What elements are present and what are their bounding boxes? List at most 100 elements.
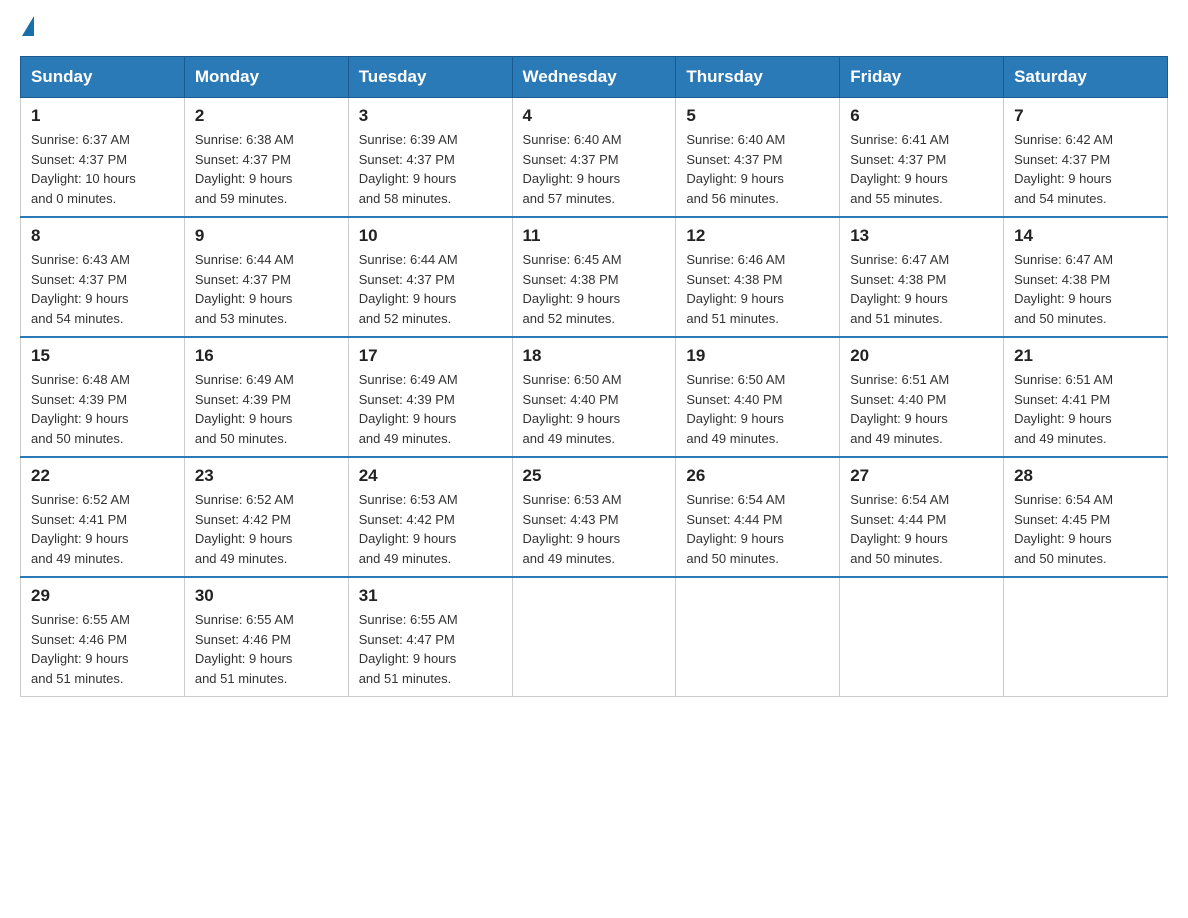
day-number: 19 (686, 346, 829, 366)
calendar-cell: 7 Sunrise: 6:42 AMSunset: 4:37 PMDaylight… (1004, 98, 1168, 218)
page-header (20, 20, 1168, 36)
calendar-week-3: 15Sunrise: 6:48 AMSunset: 4:39 PMDayligh… (21, 337, 1168, 457)
calendar-body: 1Sunrise: 6:37 AMSunset: 4:37 PMDaylight… (21, 98, 1168, 697)
calendar-cell: 26Sunrise: 6:54 AMSunset: 4:44 PMDayligh… (676, 457, 840, 577)
calendar-cell: 8 Sunrise: 6:43 AMSunset: 4:37 PMDaylight… (21, 217, 185, 337)
calendar-cell: 27 Sunrise: 6:54 AMSunset: 4:44 PMDayligh… (840, 457, 1004, 577)
day-info: Sunrise: 6:47 AMSunset: 4:38 PMDaylight:… (1014, 250, 1157, 328)
day-number: 23 (195, 466, 338, 486)
day-info: Sunrise: 6:48 AMSunset: 4:39 PMDaylight:… (31, 370, 174, 448)
calendar-cell: 13 Sunrise: 6:47 AMSunset: 4:38 PMDayligh… (840, 217, 1004, 337)
day-number: 28 (1014, 466, 1157, 486)
calendar-cell: 21 Sunrise: 6:51 AMSunset: 4:41 PMDayligh… (1004, 337, 1168, 457)
calendar-cell: 6 Sunrise: 6:41 AMSunset: 4:37 PMDaylight… (840, 98, 1004, 218)
calendar-table: SundayMondayTuesdayWednesdayThursdayFrid… (20, 56, 1168, 697)
day-header-sunday: Sunday (21, 57, 185, 98)
day-number: 9 (195, 226, 338, 246)
day-info: Sunrise: 6:54 AMSunset: 4:44 PMDaylight:… (686, 490, 829, 568)
calendar-cell: 24 Sunrise: 6:53 AMSunset: 4:42 PMDayligh… (348, 457, 512, 577)
day-info: Sunrise: 6:41 AMSunset: 4:37 PMDaylight:… (850, 130, 993, 208)
logo-arrow-icon (22, 16, 34, 36)
calendar-cell: 9 Sunrise: 6:44 AMSunset: 4:37 PMDaylight… (184, 217, 348, 337)
day-number: 7 (1014, 106, 1157, 126)
day-info: Sunrise: 6:50 AMSunset: 4:40 PMDaylight:… (523, 370, 666, 448)
day-info: Sunrise: 6:49 AMSunset: 4:39 PMDaylight:… (195, 370, 338, 448)
calendar-cell: 18 Sunrise: 6:50 AMSunset: 4:40 PMDayligh… (512, 337, 676, 457)
calendar-week-2: 8 Sunrise: 6:43 AMSunset: 4:37 PMDaylight… (21, 217, 1168, 337)
calendar-cell: 25 Sunrise: 6:53 AMSunset: 4:43 PMDayligh… (512, 457, 676, 577)
day-number: 27 (850, 466, 993, 486)
day-number: 1 (31, 106, 174, 126)
day-number: 31 (359, 586, 502, 606)
calendar-header: SundayMondayTuesdayWednesdayThursdayFrid… (21, 57, 1168, 98)
day-info: Sunrise: 6:51 AMSunset: 4:41 PMDaylight:… (1014, 370, 1157, 448)
calendar-cell: 30Sunrise: 6:55 AMSunset: 4:46 PMDayligh… (184, 577, 348, 697)
day-number: 17 (359, 346, 502, 366)
calendar-cell (676, 577, 840, 697)
calendar-cell: 12Sunrise: 6:46 AMSunset: 4:38 PMDayligh… (676, 217, 840, 337)
day-header-tuesday: Tuesday (348, 57, 512, 98)
calendar-cell: 2Sunrise: 6:38 AMSunset: 4:37 PMDaylight… (184, 98, 348, 218)
calendar-week-5: 29 Sunrise: 6:55 AMSunset: 4:46 PMDayligh… (21, 577, 1168, 697)
calendar-cell (840, 577, 1004, 697)
calendar-cell: 22 Sunrise: 6:52 AMSunset: 4:41 PMDayligh… (21, 457, 185, 577)
calendar-cell: 5 Sunrise: 6:40 AMSunset: 4:37 PMDaylight… (676, 98, 840, 218)
day-number: 22 (31, 466, 174, 486)
day-info: Sunrise: 6:51 AMSunset: 4:40 PMDaylight:… (850, 370, 993, 448)
calendar-cell: 3Sunrise: 6:39 AMSunset: 4:37 PMDaylight… (348, 98, 512, 218)
day-number: 29 (31, 586, 174, 606)
day-info: Sunrise: 6:50 AMSunset: 4:40 PMDaylight:… (686, 370, 829, 448)
calendar-week-1: 1Sunrise: 6:37 AMSunset: 4:37 PMDaylight… (21, 98, 1168, 218)
day-info: Sunrise: 6:55 AMSunset: 4:47 PMDaylight:… (359, 610, 502, 688)
day-number: 14 (1014, 226, 1157, 246)
calendar-cell: 10Sunrise: 6:44 AMSunset: 4:37 PMDayligh… (348, 217, 512, 337)
day-info: Sunrise: 6:52 AMSunset: 4:41 PMDaylight:… (31, 490, 174, 568)
day-info: Sunrise: 6:43 AMSunset: 4:37 PMDaylight:… (31, 250, 174, 328)
day-header-saturday: Saturday (1004, 57, 1168, 98)
calendar-cell: 14 Sunrise: 6:47 AMSunset: 4:38 PMDayligh… (1004, 217, 1168, 337)
day-info: Sunrise: 6:55 AMSunset: 4:46 PMDaylight:… (31, 610, 174, 688)
day-header-monday: Monday (184, 57, 348, 98)
day-number: 11 (523, 226, 666, 246)
day-number: 5 (686, 106, 829, 126)
day-info: Sunrise: 6:54 AMSunset: 4:45 PMDaylight:… (1014, 490, 1157, 568)
day-header-thursday: Thursday (676, 57, 840, 98)
day-number: 16 (195, 346, 338, 366)
day-info: Sunrise: 6:55 AMSunset: 4:46 PMDaylight:… (195, 610, 338, 688)
day-info: Sunrise: 6:40 AMSunset: 4:37 PMDaylight:… (686, 130, 829, 208)
day-info: Sunrise: 6:40 AMSunset: 4:37 PMDaylight:… (523, 130, 666, 208)
day-info: Sunrise: 6:45 AMSunset: 4:38 PMDaylight:… (523, 250, 666, 328)
day-header-friday: Friday (840, 57, 1004, 98)
day-info: Sunrise: 6:52 AMSunset: 4:42 PMDaylight:… (195, 490, 338, 568)
calendar-cell: 17 Sunrise: 6:49 AMSunset: 4:39 PMDayligh… (348, 337, 512, 457)
day-number: 24 (359, 466, 502, 486)
day-number: 25 (523, 466, 666, 486)
calendar-cell: 16 Sunrise: 6:49 AMSunset: 4:39 PMDayligh… (184, 337, 348, 457)
day-info: Sunrise: 6:53 AMSunset: 4:43 PMDaylight:… (523, 490, 666, 568)
day-info: Sunrise: 6:49 AMSunset: 4:39 PMDaylight:… (359, 370, 502, 448)
day-number: 13 (850, 226, 993, 246)
day-number: 21 (1014, 346, 1157, 366)
day-number: 20 (850, 346, 993, 366)
day-number: 6 (850, 106, 993, 126)
day-number: 3 (359, 106, 502, 126)
logo (20, 20, 34, 36)
day-info: Sunrise: 6:44 AMSunset: 4:37 PMDaylight:… (195, 250, 338, 328)
calendar-cell: 11 Sunrise: 6:45 AMSunset: 4:38 PMDayligh… (512, 217, 676, 337)
calendar-cell: 23 Sunrise: 6:52 AMSunset: 4:42 PMDayligh… (184, 457, 348, 577)
calendar-cell (1004, 577, 1168, 697)
calendar-cell: 4Sunrise: 6:40 AMSunset: 4:37 PMDaylight… (512, 98, 676, 218)
day-number: 10 (359, 226, 502, 246)
day-number: 8 (31, 226, 174, 246)
calendar-cell: 15Sunrise: 6:48 AMSunset: 4:39 PMDayligh… (21, 337, 185, 457)
day-info: Sunrise: 6:54 AMSunset: 4:44 PMDaylight:… (850, 490, 993, 568)
day-number: 18 (523, 346, 666, 366)
day-number: 2 (195, 106, 338, 126)
calendar-cell: 28 Sunrise: 6:54 AMSunset: 4:45 PMDayligh… (1004, 457, 1168, 577)
calendar-cell: 1Sunrise: 6:37 AMSunset: 4:37 PMDaylight… (21, 98, 185, 218)
day-info: Sunrise: 6:47 AMSunset: 4:38 PMDaylight:… (850, 250, 993, 328)
calendar-cell (512, 577, 676, 697)
day-info: Sunrise: 6:42 AMSunset: 4:37 PMDaylight:… (1014, 130, 1157, 208)
day-info: Sunrise: 6:53 AMSunset: 4:42 PMDaylight:… (359, 490, 502, 568)
calendar-week-4: 22 Sunrise: 6:52 AMSunset: 4:41 PMDayligh… (21, 457, 1168, 577)
